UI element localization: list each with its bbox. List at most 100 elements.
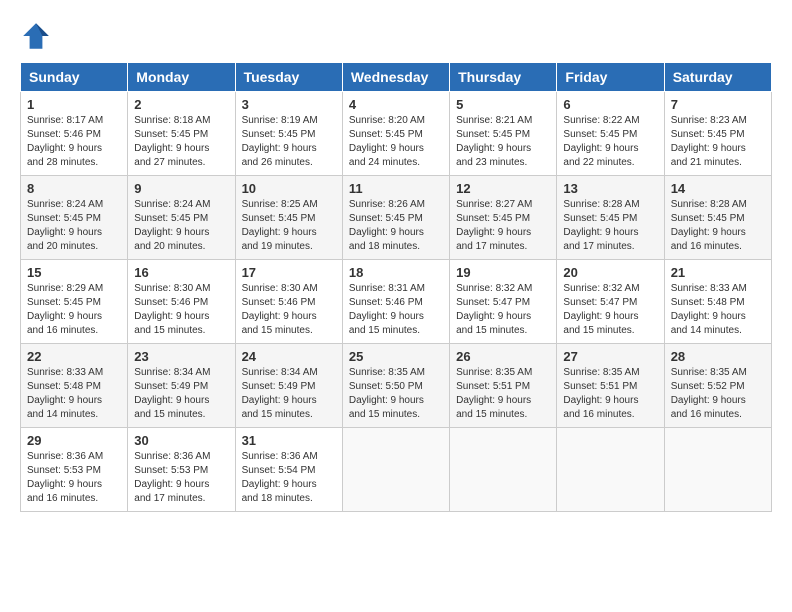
calendar-cell: 24 Sunrise: 8:34 AMSunset: 5:49 PMDaylig… (235, 344, 342, 428)
day-info: Sunrise: 8:29 AMSunset: 5:45 PMDaylight:… (27, 283, 103, 336)
header-monday: Monday (128, 63, 235, 92)
header-friday: Friday (557, 63, 664, 92)
logo-icon (20, 20, 52, 52)
calendar-cell: 22 Sunrise: 8:33 AMSunset: 5:48 PMDaylig… (21, 344, 128, 428)
day-info: Sunrise: 8:25 AMSunset: 5:45 PMDaylight:… (242, 199, 318, 252)
day-info: Sunrise: 8:32 AMSunset: 5:47 PMDaylight:… (456, 283, 532, 336)
day-number: 24 (242, 349, 336, 364)
calendar-cell: 11 Sunrise: 8:26 AMSunset: 5:45 PMDaylig… (342, 176, 449, 260)
header (20, 16, 772, 52)
day-number: 21 (671, 265, 765, 280)
day-number: 13 (563, 181, 657, 196)
header-thursday: Thursday (450, 63, 557, 92)
calendar-cell: 16 Sunrise: 8:30 AMSunset: 5:46 PMDaylig… (128, 260, 235, 344)
day-number: 31 (242, 433, 336, 448)
calendar-cell: 25 Sunrise: 8:35 AMSunset: 5:50 PMDaylig… (342, 344, 449, 428)
calendar-cell: 1 Sunrise: 8:17 AMSunset: 5:46 PMDayligh… (21, 92, 128, 176)
calendar-cell: 6 Sunrise: 8:22 AMSunset: 5:45 PMDayligh… (557, 92, 664, 176)
week-row-5: 29 Sunrise: 8:36 AMSunset: 5:53 PMDaylig… (21, 428, 772, 512)
day-info: Sunrise: 8:34 AMSunset: 5:49 PMDaylight:… (134, 367, 210, 420)
day-info: Sunrise: 8:22 AMSunset: 5:45 PMDaylight:… (563, 115, 639, 168)
day-info: Sunrise: 8:31 AMSunset: 5:46 PMDaylight:… (349, 283, 425, 336)
calendar-cell: 27 Sunrise: 8:35 AMSunset: 5:51 PMDaylig… (557, 344, 664, 428)
week-row-4: 22 Sunrise: 8:33 AMSunset: 5:48 PMDaylig… (21, 344, 772, 428)
day-number: 29 (27, 433, 121, 448)
calendar-body: 1 Sunrise: 8:17 AMSunset: 5:46 PMDayligh… (21, 92, 772, 512)
day-number: 17 (242, 265, 336, 280)
day-info: Sunrise: 8:30 AMSunset: 5:46 PMDaylight:… (134, 283, 210, 336)
header-sunday: Sunday (21, 63, 128, 92)
calendar-cell: 2 Sunrise: 8:18 AMSunset: 5:45 PMDayligh… (128, 92, 235, 176)
day-info: Sunrise: 8:33 AMSunset: 5:48 PMDaylight:… (27, 367, 103, 420)
day-number: 12 (456, 181, 550, 196)
calendar-cell: 8 Sunrise: 8:24 AMSunset: 5:45 PMDayligh… (21, 176, 128, 260)
calendar-cell: 20 Sunrise: 8:32 AMSunset: 5:47 PMDaylig… (557, 260, 664, 344)
day-info: Sunrise: 8:32 AMSunset: 5:47 PMDaylight:… (563, 283, 639, 336)
day-number: 28 (671, 349, 765, 364)
day-number: 19 (456, 265, 550, 280)
calendar-cell: 18 Sunrise: 8:31 AMSunset: 5:46 PMDaylig… (342, 260, 449, 344)
day-number: 4 (349, 97, 443, 112)
day-number: 2 (134, 97, 228, 112)
header-wednesday: Wednesday (342, 63, 449, 92)
calendar-cell: 14 Sunrise: 8:28 AMSunset: 5:45 PMDaylig… (664, 176, 771, 260)
calendar-cell: 30 Sunrise: 8:36 AMSunset: 5:53 PMDaylig… (128, 428, 235, 512)
day-number: 5 (456, 97, 550, 112)
day-info: Sunrise: 8:21 AMSunset: 5:45 PMDaylight:… (456, 115, 532, 168)
day-info: Sunrise: 8:27 AMSunset: 5:45 PMDaylight:… (456, 199, 532, 252)
day-info: Sunrise: 8:30 AMSunset: 5:46 PMDaylight:… (242, 283, 318, 336)
day-number: 16 (134, 265, 228, 280)
calendar: SundayMondayTuesdayWednesdayThursdayFrid… (20, 62, 772, 512)
day-info: Sunrise: 8:36 AMSunset: 5:53 PMDaylight:… (134, 451, 210, 504)
day-info: Sunrise: 8:35 AMSunset: 5:51 PMDaylight:… (563, 367, 639, 420)
calendar-cell: 26 Sunrise: 8:35 AMSunset: 5:51 PMDaylig… (450, 344, 557, 428)
day-info: Sunrise: 8:28 AMSunset: 5:45 PMDaylight:… (563, 199, 639, 252)
calendar-cell (450, 428, 557, 512)
day-number: 8 (27, 181, 121, 196)
day-info: Sunrise: 8:36 AMSunset: 5:54 PMDaylight:… (242, 451, 318, 504)
calendar-cell: 23 Sunrise: 8:34 AMSunset: 5:49 PMDaylig… (128, 344, 235, 428)
day-number: 18 (349, 265, 443, 280)
day-info: Sunrise: 8:18 AMSunset: 5:45 PMDaylight:… (134, 115, 210, 168)
calendar-cell (664, 428, 771, 512)
day-number: 26 (456, 349, 550, 364)
day-info: Sunrise: 8:33 AMSunset: 5:48 PMDaylight:… (671, 283, 747, 336)
week-row-2: 8 Sunrise: 8:24 AMSunset: 5:45 PMDayligh… (21, 176, 772, 260)
calendar-cell: 19 Sunrise: 8:32 AMSunset: 5:47 PMDaylig… (450, 260, 557, 344)
header-tuesday: Tuesday (235, 63, 342, 92)
calendar-cell: 7 Sunrise: 8:23 AMSunset: 5:45 PMDayligh… (664, 92, 771, 176)
day-info: Sunrise: 8:24 AMSunset: 5:45 PMDaylight:… (27, 199, 103, 252)
calendar-cell: 28 Sunrise: 8:35 AMSunset: 5:52 PMDaylig… (664, 344, 771, 428)
day-number: 15 (27, 265, 121, 280)
calendar-cell: 29 Sunrise: 8:36 AMSunset: 5:53 PMDaylig… (21, 428, 128, 512)
calendar-cell: 5 Sunrise: 8:21 AMSunset: 5:45 PMDayligh… (450, 92, 557, 176)
day-number: 1 (27, 97, 121, 112)
week-row-3: 15 Sunrise: 8:29 AMSunset: 5:45 PMDaylig… (21, 260, 772, 344)
day-number: 23 (134, 349, 228, 364)
day-info: Sunrise: 8:17 AMSunset: 5:46 PMDaylight:… (27, 115, 103, 168)
day-number: 7 (671, 97, 765, 112)
week-row-1: 1 Sunrise: 8:17 AMSunset: 5:46 PMDayligh… (21, 92, 772, 176)
day-number: 22 (27, 349, 121, 364)
calendar-cell: 4 Sunrise: 8:20 AMSunset: 5:45 PMDayligh… (342, 92, 449, 176)
calendar-cell: 12 Sunrise: 8:27 AMSunset: 5:45 PMDaylig… (450, 176, 557, 260)
day-info: Sunrise: 8:24 AMSunset: 5:45 PMDaylight:… (134, 199, 210, 252)
day-number: 14 (671, 181, 765, 196)
day-number: 30 (134, 433, 228, 448)
calendar-cell: 31 Sunrise: 8:36 AMSunset: 5:54 PMDaylig… (235, 428, 342, 512)
day-number: 9 (134, 181, 228, 196)
logo (20, 20, 56, 52)
day-number: 3 (242, 97, 336, 112)
calendar-cell: 17 Sunrise: 8:30 AMSunset: 5:46 PMDaylig… (235, 260, 342, 344)
day-number: 10 (242, 181, 336, 196)
day-number: 20 (563, 265, 657, 280)
calendar-header-row: SundayMondayTuesdayWednesdayThursdayFrid… (21, 63, 772, 92)
day-info: Sunrise: 8:36 AMSunset: 5:53 PMDaylight:… (27, 451, 103, 504)
calendar-cell: 21 Sunrise: 8:33 AMSunset: 5:48 PMDaylig… (664, 260, 771, 344)
day-info: Sunrise: 8:20 AMSunset: 5:45 PMDaylight:… (349, 115, 425, 168)
day-info: Sunrise: 8:35 AMSunset: 5:51 PMDaylight:… (456, 367, 532, 420)
day-number: 27 (563, 349, 657, 364)
calendar-cell: 10 Sunrise: 8:25 AMSunset: 5:45 PMDaylig… (235, 176, 342, 260)
calendar-cell: 3 Sunrise: 8:19 AMSunset: 5:45 PMDayligh… (235, 92, 342, 176)
day-info: Sunrise: 8:23 AMSunset: 5:45 PMDaylight:… (671, 115, 747, 168)
